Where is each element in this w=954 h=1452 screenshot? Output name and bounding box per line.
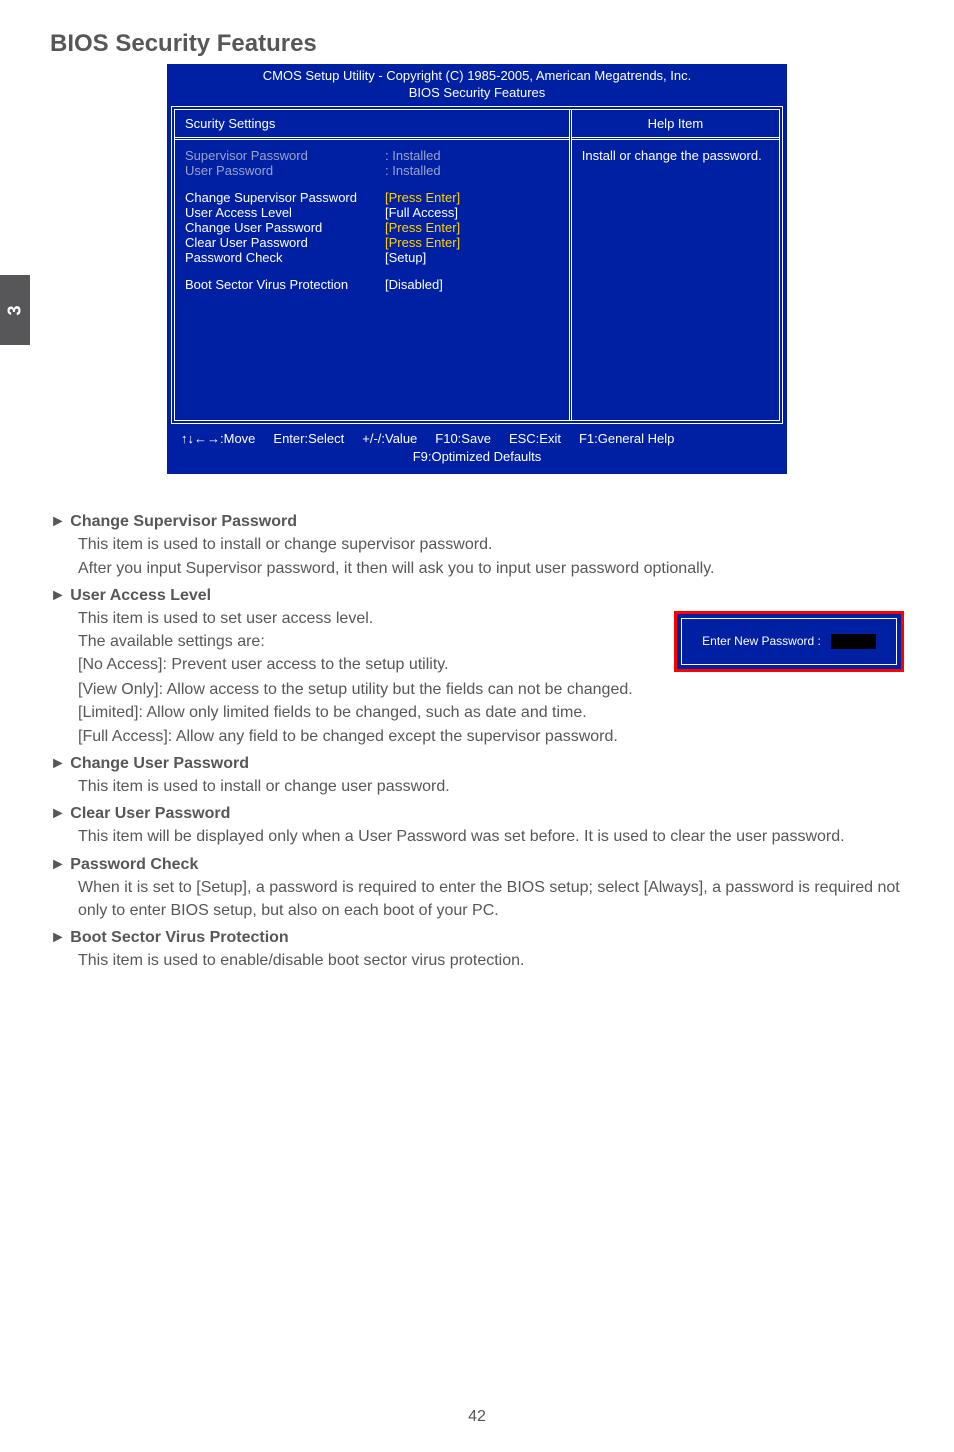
page-number: 42 [0,1408,954,1426]
row-label: Change Supervisor Password [185,190,385,205]
body-text: [View Only]: Allow access to the setup u… [78,678,904,701]
body-text: This item will be displayed only when a … [78,825,904,848]
bios-footer: ↑↓←→:Move Enter:Select +/-/:Value F10:Sa… [171,424,783,474]
hint-help: F1:General Help [579,430,674,448]
section-password-check: ► Password Check [50,853,904,876]
body-text: This item is used to install or change s… [78,533,904,556]
row-value: [Press Enter] [385,235,559,250]
hint-value: +/-/:Value [362,430,417,448]
bios-help-header: Help Item [572,110,779,140]
body-text: This item is used to enable/disable boot… [78,949,904,972]
row-value: [Disabled] [385,277,559,292]
hint-exit: ESC:Exit [509,430,561,448]
supervisor-password-status: Supervisor Password : Installed [185,148,559,163]
row-value: : Installed [385,163,559,178]
enter-new-password-dialog: Enter New Password : [674,611,904,672]
row-label: Password Check [185,250,385,265]
boot-sector-virus-protection-item[interactable]: Boot Sector Virus Protection [Disabled] [185,277,559,292]
body-text: [Limited]: Allow only limited fields to … [78,701,904,724]
change-supervisor-password-item[interactable]: Change Supervisor Password [Press Enter] [185,190,559,205]
chapter-number: 3 [4,305,25,315]
body-text: After you input Supervisor password, it … [78,557,904,580]
row-label: Supervisor Password [185,148,385,163]
user-access-level-item[interactable]: User Access Level [Full Access] [185,205,559,220]
row-value: [Setup] [385,250,559,265]
bios-header-line1: CMOS Setup Utility - Copyright (C) 1985-… [167,68,787,85]
row-value: [Press Enter] [385,190,559,205]
hint-select: Enter:Select [273,430,344,448]
password-input[interactable] [831,634,876,649]
row-label: Clear User Password [185,235,385,250]
password-check-item[interactable]: Password Check [Setup] [185,250,559,265]
hint-defaults: F9:Optimized Defaults [181,448,773,466]
row-label: Change User Password [185,220,385,235]
bios-window: CMOS Setup Utility - Copyright (C) 1985-… [167,64,787,474]
bios-left-header: Scurity Settings [175,110,569,140]
clear-user-password-item[interactable]: Clear User Password [Press Enter] [185,235,559,250]
body-text: This item is used to install or change u… [78,775,904,798]
bios-header: CMOS Setup Utility - Copyright (C) 1985-… [167,64,787,106]
hint-save: F10:Save [435,430,491,448]
bios-header-line2: BIOS Security Features [167,85,787,102]
page-title: BIOS Security Features [50,30,904,58]
row-label: Boot Sector Virus Protection [185,277,385,292]
body-text: [Full Access]: Allow any field to be cha… [78,725,904,748]
row-label: User Password [185,163,385,178]
row-value: [Press Enter] [385,220,559,235]
section-boot-sector-virus-protection: ► Boot Sector Virus Protection [50,926,904,949]
chapter-tab: 3 [0,275,30,345]
section-user-access-level: ► User Access Level [50,584,904,607]
row-value: : Installed [385,148,559,163]
section-clear-user-password: ► Clear User Password [50,802,904,825]
password-dialog-label: Enter New Password : [702,633,821,650]
change-user-password-item[interactable]: Change User Password [Press Enter] [185,220,559,235]
hint-move: ↑↓←→:Move [181,430,255,448]
row-value: [Full Access] [385,205,559,220]
section-change-supervisor-password: ► Change Supervisor Password [50,510,904,533]
row-label: User Access Level [185,205,385,220]
section-change-user-password: ► Change User Password [50,752,904,775]
bios-help-text: Install or change the password. [572,140,779,171]
user-password-status: User Password : Installed [185,163,559,178]
body-text: When it is set to [Setup], a password is… [78,876,904,922]
